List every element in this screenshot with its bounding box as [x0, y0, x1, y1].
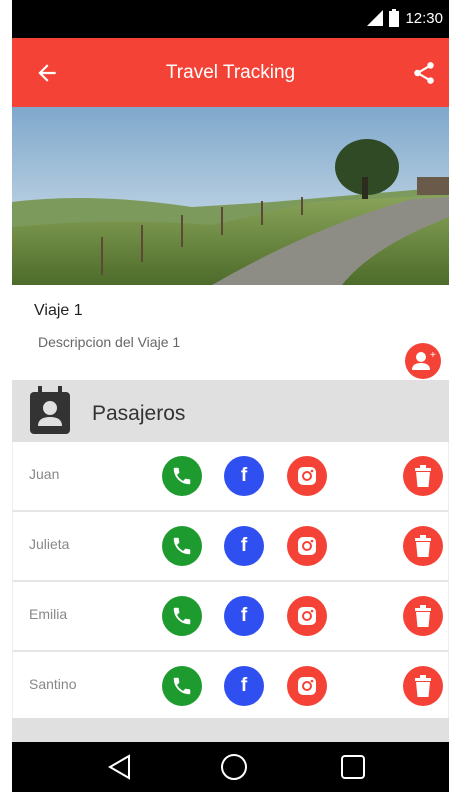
- passengers-section-header: Pasajeros: [12, 380, 449, 442]
- trip-description: Descripcion del Viaje 1: [38, 334, 181, 350]
- facebook-icon: f: [240, 465, 248, 486]
- delete-passenger-button[interactable]: [403, 596, 443, 636]
- phone-icon: [173, 677, 191, 695]
- trash-icon: [415, 675, 431, 697]
- instagram-icon: [298, 607, 316, 625]
- passenger-row: Juan f: [12, 442, 449, 512]
- facebook-icon: f: [240, 535, 248, 556]
- facebook-button[interactable]: f: [224, 596, 264, 636]
- circle-home-icon[interactable]: [220, 754, 248, 782]
- battery-icon: [389, 9, 400, 27]
- passenger-name: Santino: [29, 676, 77, 692]
- status-time: 12:30: [405, 9, 443, 27]
- add-passenger-button[interactable]: +: [405, 343, 441, 379]
- trip-cover-image: [12, 107, 449, 285]
- share-button[interactable]: [411, 60, 437, 86]
- facebook-icon: f: [240, 605, 248, 626]
- trash-icon: [415, 605, 431, 627]
- instagram-button[interactable]: [287, 526, 327, 566]
- instagram-button[interactable]: [287, 456, 327, 496]
- call-button[interactable]: [162, 526, 202, 566]
- facebook-button[interactable]: f: [224, 456, 264, 496]
- passenger-name: Julieta: [29, 536, 70, 552]
- trip-name: Viaje 1: [34, 302, 83, 319]
- phone-icon: [173, 467, 191, 485]
- call-button[interactable]: [162, 666, 202, 706]
- list-footer: [12, 718, 449, 742]
- phone-icon: [173, 607, 191, 625]
- status-bar: 12:30: [12, 0, 449, 38]
- phone-icon: [173, 537, 191, 555]
- instagram-button[interactable]: [287, 666, 327, 706]
- passenger-name: Juan: [29, 466, 60, 482]
- delete-passenger-button[interactable]: [403, 456, 443, 496]
- instagram-icon: [298, 467, 316, 485]
- svg-text:+: +: [430, 350, 436, 361]
- contact-card-icon: [30, 386, 70, 434]
- facebook-icon: f: [240, 675, 248, 696]
- passenger-name: Emilia: [29, 606, 68, 622]
- section-title: Pasajeros: [92, 402, 186, 425]
- signal-icon: [367, 10, 384, 26]
- passenger-row: Julieta f: [12, 512, 449, 582]
- system-nav-bar: [12, 742, 449, 792]
- triangle-back-icon[interactable]: [107, 754, 133, 780]
- delete-passenger-button[interactable]: [403, 666, 443, 706]
- passenger-row: Santino f: [12, 652, 449, 722]
- trash-icon: [415, 535, 431, 557]
- passenger-list: Juan f Julieta f Emilia f Santino f: [12, 442, 449, 722]
- instagram-button[interactable]: [287, 596, 327, 636]
- call-button[interactable]: [162, 596, 202, 636]
- call-button[interactable]: [162, 456, 202, 496]
- trash-icon: [415, 465, 431, 487]
- passenger-row: Emilia f: [12, 582, 449, 652]
- square-recent-icon[interactable]: [340, 754, 366, 780]
- facebook-button[interactable]: f: [224, 526, 264, 566]
- delete-passenger-button[interactable]: [403, 526, 443, 566]
- instagram-icon: [298, 537, 316, 555]
- instagram-icon: [298, 677, 316, 695]
- app-title: Travel Tracking: [165, 62, 296, 83]
- app-bar: Travel Tracking: [12, 38, 449, 107]
- add-person-icon: +: [412, 350, 436, 370]
- share-icon: [414, 62, 434, 84]
- facebook-button[interactable]: f: [224, 666, 264, 706]
